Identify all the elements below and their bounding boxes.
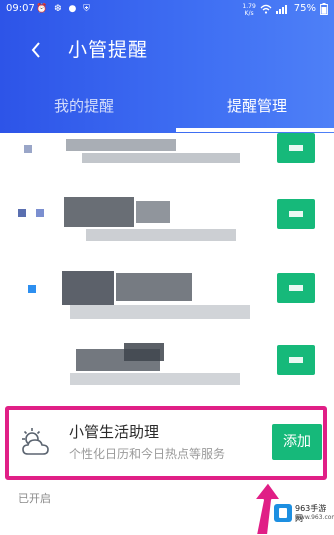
- status-bar: 09:07 ⏰ ❆ ● ⛨ 1.79 K/s 75%: [0, 0, 334, 18]
- reminder-list: [0, 133, 334, 405]
- list-item-pixelated: [0, 193, 334, 253]
- add-button[interactable]: [277, 199, 315, 229]
- pixelated-text: [66, 139, 176, 151]
- signal-icon: [275, 5, 287, 14]
- pixelated-text: [70, 305, 250, 319]
- pixelated-text: [70, 373, 240, 385]
- add-button[interactable]: [277, 345, 315, 375]
- site-watermark: 963手游网 www.963.com: [274, 502, 334, 526]
- wifi-icon: [260, 4, 272, 14]
- list-item-pixelated: [0, 265, 334, 325]
- list-item-pixelated: [0, 333, 334, 393]
- tab-bar: 我的提醒 提醒管理: [0, 92, 334, 120]
- header-bar: 09:07 ⏰ ❆ ● ⛨ 1.79 K/s 75% 小管提醒 我的提醒 提醒管…: [0, 0, 334, 133]
- status-right-group: 1.79 K/s 75%: [242, 0, 328, 18]
- pixelated-icon: [18, 209, 26, 217]
- status-notification-icons: ⏰ ❆ ● ⛨: [36, 4, 92, 14]
- watermark-logo-icon: [274, 504, 292, 522]
- pixelated-icon: [24, 145, 32, 153]
- add-button[interactable]: [277, 273, 315, 303]
- list-item-pixelated: [0, 133, 334, 193]
- watermark-url: www.963.com: [295, 514, 334, 521]
- battery-percent: 75%: [293, 3, 316, 14]
- back-button[interactable]: [22, 36, 50, 64]
- active-tab-indicator: [176, 128, 334, 132]
- network-speed: 1.79 K/s: [242, 3, 255, 17]
- pixelated-icon: [28, 285, 36, 293]
- feature-item-life-assistant: 小管生活助理 个性化日历和今日热点等服务 添加: [9, 410, 323, 476]
- network-speed-unit: K/s: [244, 10, 254, 17]
- pixelated-text: [82, 153, 240, 163]
- pixelated-text: [124, 343, 164, 361]
- feature-name: 小管生活助理: [69, 423, 160, 441]
- pixelated-text: [62, 271, 114, 305]
- status-time: 09:07: [6, 3, 35, 14]
- tab-reminder-management[interactable]: 提醒管理: [227, 92, 287, 120]
- sun-cloud-icon: [19, 426, 55, 458]
- feature-description: 个性化日历和今日热点等服务: [69, 447, 226, 461]
- pixelated-text: [86, 229, 236, 241]
- pixelated-icon: [36, 209, 44, 217]
- title-bar: 小管提醒: [0, 30, 334, 70]
- pixelated-text: [64, 197, 134, 227]
- network-speed-value: 1.79: [242, 3, 256, 10]
- pixelated-text: [116, 273, 192, 301]
- battery-icon: [320, 3, 328, 15]
- section-label-enabled: 已开启: [18, 492, 51, 505]
- add-button[interactable]: 添加: [272, 424, 322, 460]
- add-button[interactable]: [277, 133, 315, 163]
- chevron-left-icon: [31, 42, 40, 58]
- tab-my-reminders[interactable]: 我的提醒: [54, 92, 114, 120]
- page-title: 小管提醒: [68, 39, 149, 61]
- pixelated-text: [136, 201, 170, 223]
